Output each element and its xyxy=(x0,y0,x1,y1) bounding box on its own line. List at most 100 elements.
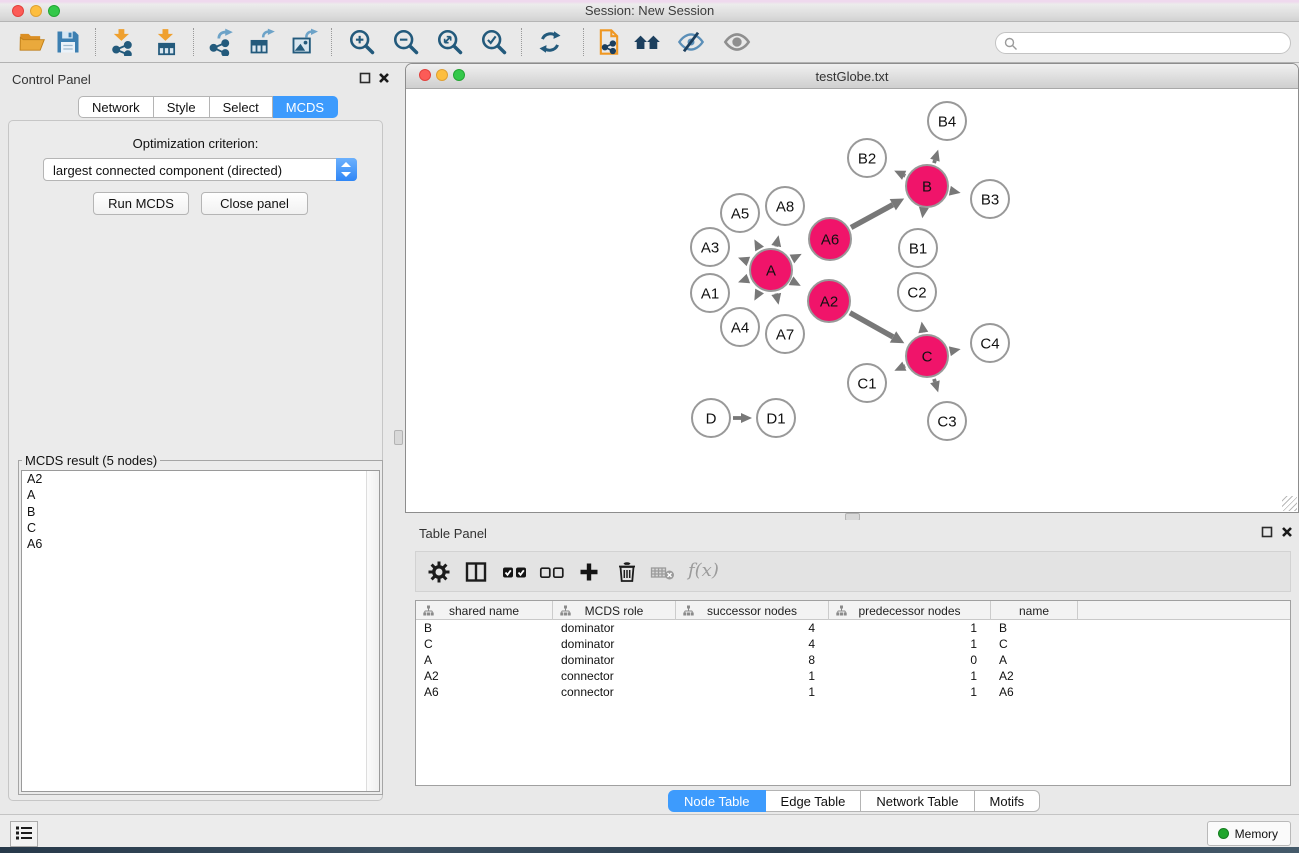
table-cell[interactable]: dominator xyxy=(553,636,676,652)
result-item[interactable]: C xyxy=(22,520,379,536)
tab-motifs[interactable]: Motifs xyxy=(975,790,1041,812)
control-panel-float-button[interactable] xyxy=(359,72,371,87)
table-settings-button[interactable] xyxy=(424,557,454,587)
delete-entry-button[interactable] xyxy=(612,557,642,587)
table-cell[interactable]: 1 xyxy=(676,668,829,684)
export-network-button[interactable] xyxy=(203,25,237,59)
graph-node-C1[interactable]: C1 xyxy=(848,364,886,402)
table-cell[interactable]: A2 xyxy=(416,668,553,684)
first-neighbors-button[interactable] xyxy=(630,25,664,59)
column-header-predecessor-nodes[interactable]: predecessor nodes xyxy=(829,601,991,620)
zoom-in-button[interactable] xyxy=(345,25,379,59)
graph-node-B3[interactable]: B3 xyxy=(971,180,1009,218)
zoom-fit-button[interactable] xyxy=(433,25,467,59)
table-cell[interactable]: A6 xyxy=(416,684,553,700)
result-item[interactable]: A6 xyxy=(22,536,379,552)
memory-button[interactable]: Memory xyxy=(1207,821,1291,846)
table-row[interactable]: A6connector11A6 xyxy=(416,684,1290,700)
add-entry-button[interactable] xyxy=(574,557,604,587)
apply-layout-button[interactable] xyxy=(533,25,567,59)
column-header-shared-name[interactable]: shared name xyxy=(416,601,553,620)
export-image-button[interactable] xyxy=(287,25,321,59)
task-history-button[interactable] xyxy=(10,821,38,847)
run-mcds-button[interactable]: Run MCDS xyxy=(93,192,189,215)
table-cell[interactable]: 1 xyxy=(829,636,991,652)
table-row[interactable]: Cdominator41C xyxy=(416,636,1290,652)
graph-node-B4[interactable]: B4 xyxy=(928,102,966,140)
zoom-out-button[interactable] xyxy=(389,25,423,59)
tab-network-table[interactable]: Network Table xyxy=(861,790,974,812)
table-cell[interactable]: connector xyxy=(553,668,676,684)
optimization-criterion-select[interactable]: largest connected component (directed) xyxy=(43,158,357,181)
column-header-name[interactable]: name xyxy=(991,601,1078,620)
table-cell[interactable]: 1 xyxy=(829,684,991,700)
graph-node-C2[interactable]: C2 xyxy=(898,273,936,311)
table-cell[interactable]: A xyxy=(991,652,1078,668)
show-columns-button[interactable] xyxy=(461,557,491,587)
table-cell[interactable]: A xyxy=(416,652,553,668)
close-panel-button[interactable]: Close panel xyxy=(201,192,308,215)
table-cell[interactable]: connector xyxy=(553,684,676,700)
graph-node-A5[interactable]: A5 xyxy=(721,194,759,232)
show-all-button[interactable] xyxy=(720,25,754,59)
table-cell[interactable]: dominator xyxy=(553,620,676,636)
select-all-button[interactable] xyxy=(500,557,530,587)
save-session-button[interactable] xyxy=(51,25,85,59)
table-row[interactable]: Adominator80A xyxy=(416,652,1290,668)
column-header-successor-nodes[interactable]: successor nodes xyxy=(676,601,829,620)
control-panel-close-button[interactable] xyxy=(378,72,390,87)
table-cell[interactable]: dominator xyxy=(553,652,676,668)
table-cell[interactable]: 4 xyxy=(676,620,829,636)
table-panel-float-button[interactable] xyxy=(1261,526,1273,541)
tab-style[interactable]: Style xyxy=(154,96,210,118)
table-cell[interactable]: 1 xyxy=(829,620,991,636)
tab-edge-table[interactable]: Edge Table xyxy=(766,790,862,812)
function-builder-button[interactable]: f(x) xyxy=(688,560,719,581)
table-cell[interactable]: 1 xyxy=(829,668,991,684)
deselect-all-button[interactable] xyxy=(537,557,567,587)
result-item[interactable]: B xyxy=(22,504,379,520)
graph-node-B2[interactable]: B2 xyxy=(848,139,886,177)
table-row[interactable]: Bdominator41B xyxy=(416,620,1290,636)
graph-node-A[interactable]: A xyxy=(750,249,792,291)
column-header-MCDS-role[interactable]: MCDS role xyxy=(553,601,676,620)
delete-table-button[interactable] xyxy=(648,557,678,587)
open-session-button[interactable] xyxy=(15,25,49,59)
tab-network[interactable]: Network xyxy=(78,96,154,118)
tab-select[interactable]: Select xyxy=(210,96,273,118)
table-cell[interactable]: 8 xyxy=(676,652,829,668)
graph-node-C[interactable]: C xyxy=(906,335,948,377)
graph-node-D[interactable]: D xyxy=(692,399,730,437)
import-network-button[interactable] xyxy=(105,25,139,59)
vertical-divider-handle[interactable] xyxy=(394,430,403,445)
hide-selected-button[interactable] xyxy=(674,25,708,59)
graph-node-A7[interactable]: A7 xyxy=(766,315,804,353)
graph-node-A4[interactable]: A4 xyxy=(721,308,759,346)
new-network-from-selection-button[interactable] xyxy=(592,25,626,59)
result-item[interactable]: A2 xyxy=(22,471,379,487)
graph-node-D1[interactable]: D1 xyxy=(757,399,795,437)
table-cell[interactable]: 4 xyxy=(676,636,829,652)
table-cell[interactable]: A6 xyxy=(991,684,1078,700)
resize-grip[interactable] xyxy=(1282,496,1297,511)
table-panel-close-button[interactable] xyxy=(1281,526,1293,541)
graph-node-B1[interactable]: B1 xyxy=(899,229,937,267)
graph-node-C3[interactable]: C3 xyxy=(928,402,966,440)
import-table-button[interactable] xyxy=(149,25,183,59)
graph-node-A2[interactable]: A2 xyxy=(808,280,850,322)
graph-node-C4[interactable]: C4 xyxy=(971,324,1009,362)
table-cell[interactable]: B xyxy=(416,620,553,636)
tab-node-table[interactable]: Node Table xyxy=(668,790,766,812)
table-cell[interactable]: C xyxy=(991,636,1078,652)
table-cell[interactable]: 0 xyxy=(829,652,991,668)
tab-mcds[interactable]: MCDS xyxy=(273,96,338,118)
table-row[interactable]: A2connector11A2 xyxy=(416,668,1290,684)
zoom-selected-button[interactable] xyxy=(477,25,511,59)
export-table-button[interactable] xyxy=(245,25,279,59)
graph-node-A6[interactable]: A6 xyxy=(809,218,851,260)
network-canvas[interactable]: AA1A2A3A4A5A6A7A8BB1B2B3B4CC1C2C3C4DD1 xyxy=(406,89,1298,512)
graph-node-B[interactable]: B xyxy=(906,165,948,207)
table-cell[interactable]: B xyxy=(991,620,1078,636)
result-list-scrollbar[interactable] xyxy=(366,471,379,791)
graph-node-A3[interactable]: A3 xyxy=(691,228,729,266)
